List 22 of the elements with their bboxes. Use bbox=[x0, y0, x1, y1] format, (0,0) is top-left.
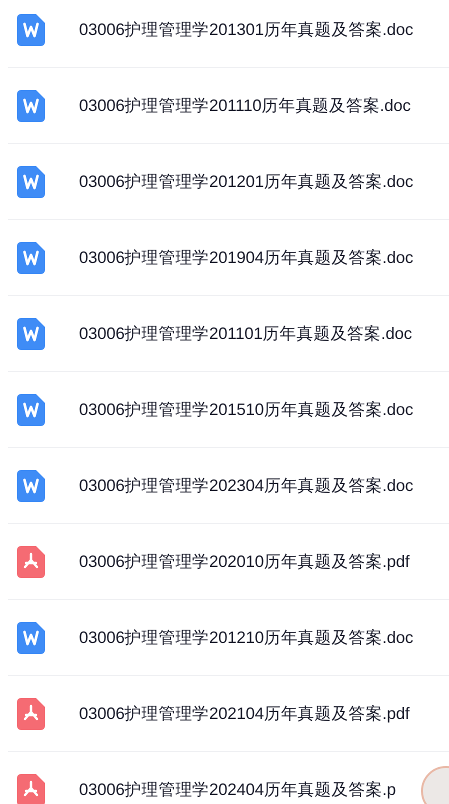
word-document-icon bbox=[17, 394, 45, 426]
file-name[interactable]: 03006护理管理学201101历年真题及答案.doc bbox=[79, 322, 412, 344]
file-name[interactable]: 03006护理管理学201301历年真题及答案.doc bbox=[79, 18, 414, 40]
word-document-icon bbox=[17, 242, 45, 274]
file-name[interactable]: 03006护理管理学201904历年真题及答案.doc bbox=[79, 246, 414, 268]
file-name[interactable]: 03006护理管理学201510历年真题及答案.doc bbox=[79, 398, 414, 420]
word-document-icon bbox=[17, 622, 45, 654]
word-document-icon bbox=[17, 14, 45, 46]
pdf-document-icon bbox=[17, 546, 45, 578]
word-document-icon bbox=[17, 166, 45, 198]
word-document-icon bbox=[17, 470, 45, 502]
file-name[interactable]: 03006护理管理学202304历年真题及答案.doc bbox=[79, 474, 414, 496]
file-name[interactable]: 03006护理管理学201110历年真题及答案.doc bbox=[79, 94, 411, 116]
pdf-document-icon bbox=[17, 698, 45, 730]
file-name[interactable]: 03006护理管理学202010历年真题及答案.pdf bbox=[79, 550, 410, 572]
file-name[interactable]: 03006护理管理学202104历年真题及答案.pdf bbox=[79, 702, 410, 724]
word-document-icon bbox=[17, 90, 45, 122]
file-name[interactable]: 03006护理管理学201210历年真题及答案.doc bbox=[79, 626, 414, 648]
pdf-document-icon bbox=[17, 774, 45, 804]
word-document-icon bbox=[17, 318, 45, 350]
file-name[interactable]: 03006护理管理学202404历年真题及答案.p bbox=[79, 778, 396, 800]
file-name[interactable]: 03006护理管理学201201历年真题及答案.doc bbox=[79, 170, 414, 192]
